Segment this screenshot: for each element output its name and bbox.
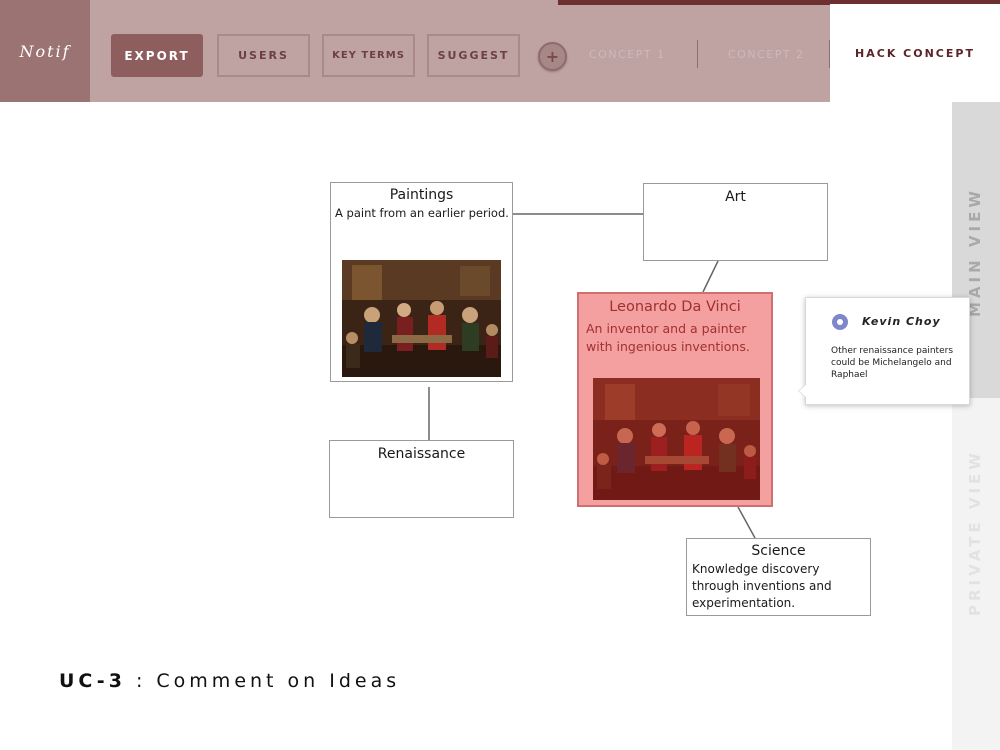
node-description: An inventor and a painter with ingenious… [586,321,750,354]
painting-image [342,260,501,377]
node-art[interactable]: Art [643,183,828,261]
painting-artwork [593,378,760,500]
node-leonardo-da-vinci[interactable]: Leonardo Da Vinci An inventor and a pain… [577,292,773,507]
caption-text: : Comment on Ideas [135,670,401,692]
node-title: Leonardo Da Vinci [609,299,741,315]
tab-concept-1[interactable]: CONCEPT 1 [589,48,666,61]
private-view-label: PRIVATE VIEW [966,449,984,616]
plus-circle-icon: + [545,46,560,66]
comment-popover[interactable]: Kevin Choy Other renaissance painters co… [798,297,970,405]
painting-artwork [342,260,501,377]
node-renaissance[interactable]: Renaissance [329,440,514,518]
comment-author: Kevin Choy [862,315,941,328]
connector-davinci-science [737,506,756,539]
node-title: Science [751,543,806,559]
painting-image [593,378,760,500]
comment-text: Other renaissance painters could be Mich… [831,346,954,380]
node-title: Renaissance [377,446,466,462]
node-description: Knowledge discovery through inventions a… [692,562,832,610]
node-paintings[interactable]: Paintings A paint from an earlier period… [330,182,513,382]
key-terms-button[interactable]: KEY TERMS [322,34,415,77]
suggest-button[interactable]: SUGGEST [427,34,520,77]
private-view-tab[interactable]: PRIVATE VIEW [952,398,1000,750]
node-description: A paint from an earlier period. [335,206,509,220]
avatar [832,314,848,330]
brand-block: Notif [0,0,90,102]
node-title: Paintings [389,187,454,203]
node-title: Art [725,189,746,205]
node-science[interactable]: Science Knowledge discovery through inve… [686,538,871,616]
export-button[interactable]: EXPORT [111,34,203,77]
tab-concept-2[interactable]: CONCEPT 2 [728,48,805,61]
app-logo[interactable]: Notif [0,42,90,61]
caption-code: UC-3 [59,670,126,692]
tab-hack-concept-label: HACK CONCEPT [855,46,975,60]
add-concept-button[interactable]: + [538,42,567,71]
caption: UC-3 : Comment on Ideas [59,670,400,692]
tab-hack-concept[interactable]: HACK CONCEPT [830,4,1000,102]
users-button[interactable]: USERS [217,34,310,77]
tab-divider [697,40,698,68]
connector-art-davinci [702,260,719,293]
top-bar: Notif EXPORT USERS KEY TERMS SUGGEST + C… [0,0,1000,102]
